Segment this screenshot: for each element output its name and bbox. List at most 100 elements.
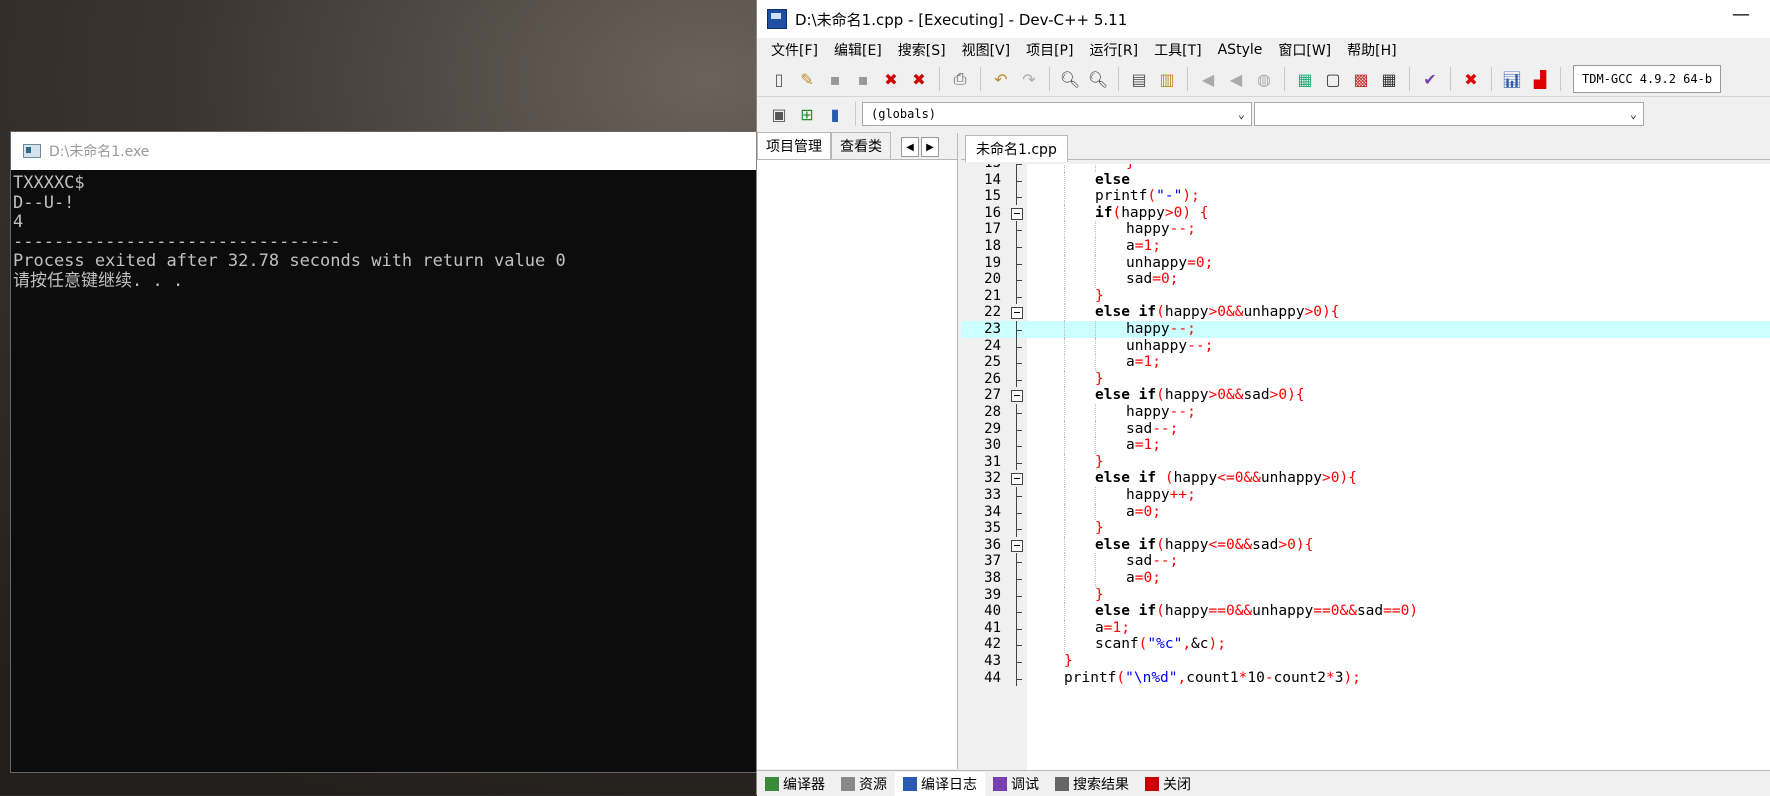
minimize-button[interactable]: — — [1731, 6, 1751, 28]
save-icon[interactable]: ▪ — [823, 67, 847, 91]
code-line[interactable]: 40 else if(happy==0&&unhappy==0&&sad==0) — [961, 603, 1770, 620]
code-token: happy — [1126, 221, 1170, 238]
menu-run[interactable]: 运行[R] — [1081, 40, 1146, 60]
code-line[interactable]: 44 printf("\n%d",count1*10-count2*3); — [961, 669, 1770, 687]
code-line[interactable]: 15 printf("-"); — [961, 188, 1770, 205]
tab-search-results[interactable]: 搜索结果 — [1047, 772, 1137, 796]
code-line[interactable]: 35} — [961, 520, 1770, 537]
tab-close-label: 关闭 — [1163, 776, 1191, 793]
tab-resources[interactable]: 资源 — [833, 772, 895, 796]
indent-guide — [1064, 536, 1066, 554]
code-line[interactable]: 22 else if(happy>0&&unhappy>0){ — [961, 304, 1770, 321]
close-file-icon[interactable]: ✖ — [879, 67, 903, 91]
stop-execution-icon[interactable]: ✖ — [1459, 67, 1483, 91]
syntax-check-icon[interactable]: ✔ — [1418, 67, 1442, 91]
tab-compiler[interactable]: 编译器 — [757, 772, 833, 796]
code-line[interactable]: 17 happy--; — [961, 221, 1770, 238]
code-line[interactable]: 20 sad=0; — [961, 271, 1770, 288]
bookmark-icon[interactable]: ▥ — [1155, 67, 1179, 91]
console-titlebar[interactable]: D:\未命名1.exe — [11, 132, 756, 170]
function-combo[interactable]: ⌄ — [1254, 102, 1644, 126]
tab-debug[interactable]: 调试 — [985, 772, 1047, 796]
add-to-project-icon[interactable]: ⊞ — [795, 102, 819, 126]
code-line[interactable]: 26} — [961, 370, 1770, 388]
tab-next-arrow-icon[interactable]: ▶ — [921, 137, 939, 157]
ide-titlebar[interactable]: D:\未命名1.cpp - [Executing] - Dev-C++ 5.11… — [757, 0, 1770, 38]
save-all-icon[interactable]: ▪ — [851, 67, 875, 91]
code-line[interactable]: 13} — [961, 164, 1770, 172]
find-icon[interactable]: 🔍︎ — [1058, 67, 1082, 91]
tab-close[interactable]: 关闭 — [1137, 772, 1199, 796]
profile-icon[interactable]: 📊︎ — [1500, 67, 1524, 91]
code-line[interactable]: 27 else if(happy>0&&sad>0){ — [961, 387, 1770, 404]
menu-view[interactable]: 视图[V] — [954, 40, 1019, 60]
redo-icon[interactable]: ↷ — [1017, 67, 1041, 91]
menu-file[interactable]: 文件[F] — [763, 40, 826, 60]
fold-toggle-icon[interactable] — [1011, 307, 1023, 320]
goto-line-icon[interactable]: ▤ — [1127, 67, 1151, 91]
code-editor[interactable]: 13}14else15printf("-");16if(happy>0) {17… — [961, 164, 1770, 770]
unindent-icon[interactable]: ◀ — [1224, 67, 1248, 91]
run-icon[interactable]: ▢ — [1321, 67, 1345, 91]
code-line[interactable]: 43} — [961, 653, 1770, 670]
code-line[interactable]: 28 happy--; — [961, 404, 1770, 421]
code-line[interactable]: 23 happy--; — [961, 321, 1770, 338]
code-line[interactable]: 29 sad--; — [961, 420, 1770, 438]
new-project-icon[interactable]: ▣ — [767, 102, 791, 126]
compile-icon[interactable]: ▦ — [1293, 67, 1317, 91]
tab-class-browser[interactable]: 查看类 — [831, 132, 891, 159]
fold-toggle-icon[interactable] — [1011, 473, 1023, 486]
code-line[interactable]: 14 else — [961, 171, 1770, 189]
tab-prev-arrow-icon[interactable]: ◀ — [901, 137, 919, 157]
code-line[interactable]: 38 a=0; — [961, 570, 1770, 587]
code-line[interactable]: 16 if(happy>0) { — [961, 204, 1770, 222]
open-file-icon[interactable]: ✎ — [795, 67, 819, 91]
code-line[interactable]: 39} — [961, 586, 1770, 604]
replace-icon[interactable]: 🔍︎ — [1086, 67, 1110, 91]
fold-toggle-icon[interactable] — [1011, 390, 1023, 403]
code-line[interactable]: 32 else if (happy<=0&&unhappy>0){ — [961, 470, 1770, 487]
comment-icon[interactable]: ◍ — [1252, 67, 1276, 91]
code-line[interactable]: 18 a=1; — [961, 238, 1770, 255]
devcpp-window[interactable]: D:\未命名1.cpp - [Executing] - Dev-C++ 5.11… — [756, 0, 1770, 796]
rebuild-icon[interactable]: ▦ — [1377, 67, 1401, 91]
code-line[interactable]: 24 unhappy--; — [961, 337, 1770, 355]
tab-project-manager[interactable]: 项目管理 — [757, 132, 831, 159]
menu-help[interactable]: 帮助[H] — [1339, 40, 1404, 60]
code-line[interactable]: 34 a=0; — [961, 503, 1770, 521]
new-file-icon[interactable]: ▯ — [767, 67, 791, 91]
code-line[interactable]: 21} — [961, 287, 1770, 305]
menu-astyle[interactable]: AStyle — [1210, 42, 1271, 58]
code-line[interactable]: 30 a=1; — [961, 437, 1770, 454]
undo-icon[interactable]: ↶ — [989, 67, 1013, 91]
remove-from-project-icon[interactable]: ▮ — [823, 102, 847, 126]
print-icon[interactable]: ⎙ — [948, 67, 972, 91]
menu-search[interactable]: 搜索[S] — [890, 40, 954, 60]
code-line[interactable]: 19 unhappy=0; — [961, 254, 1770, 272]
fold-toggle-icon[interactable] — [1011, 207, 1023, 220]
code-line[interactable]: 36 else if(happy<=0&&sad>0){ — [961, 536, 1770, 554]
fold-tick — [1016, 595, 1022, 597]
code-line[interactable]: 37 sad--; — [961, 553, 1770, 570]
compiler-select[interactable]: TDM-GCC 4.9.2 64-b — [1573, 65, 1721, 93]
code-line[interactable]: 25 a=1; — [961, 354, 1770, 371]
compile-run-icon[interactable]: ▩ — [1349, 67, 1373, 91]
fold-toggle-icon[interactable] — [1011, 539, 1023, 552]
console-window[interactable]: D:\未命名1.exe TXXXXC$ D--U-! 4 -----------… — [10, 131, 757, 773]
editor-tab-file[interactable]: 未命名1.cpp — [965, 135, 1068, 162]
code-line[interactable]: 42 scanf("%c",&c); — [961, 636, 1770, 653]
tab-compile-log[interactable]: 编译日志 — [895, 771, 985, 796]
toolbar-separator — [1450, 67, 1451, 91]
code-line[interactable]: 33 happy++; — [961, 487, 1770, 504]
code-line[interactable]: 41 a=1; — [961, 619, 1770, 637]
menu-tools[interactable]: 工具[T] — [1146, 40, 1209, 60]
globals-combo[interactable]: (globals) ⌄ — [862, 102, 1252, 126]
menu-project[interactable]: 项目[P] — [1018, 40, 1081, 60]
code-line[interactable]: 31} — [961, 453, 1770, 471]
delete-profile-icon[interactable]: ▟ — [1528, 67, 1552, 91]
menu-window[interactable]: 窗口[W] — [1270, 40, 1339, 60]
close-all-icon[interactable]: ✖ — [907, 67, 931, 91]
menu-edit[interactable]: 编辑[E] — [826, 40, 890, 60]
fold-tick — [1016, 180, 1022, 182]
indent-icon[interactable]: ◀ — [1196, 67, 1220, 91]
